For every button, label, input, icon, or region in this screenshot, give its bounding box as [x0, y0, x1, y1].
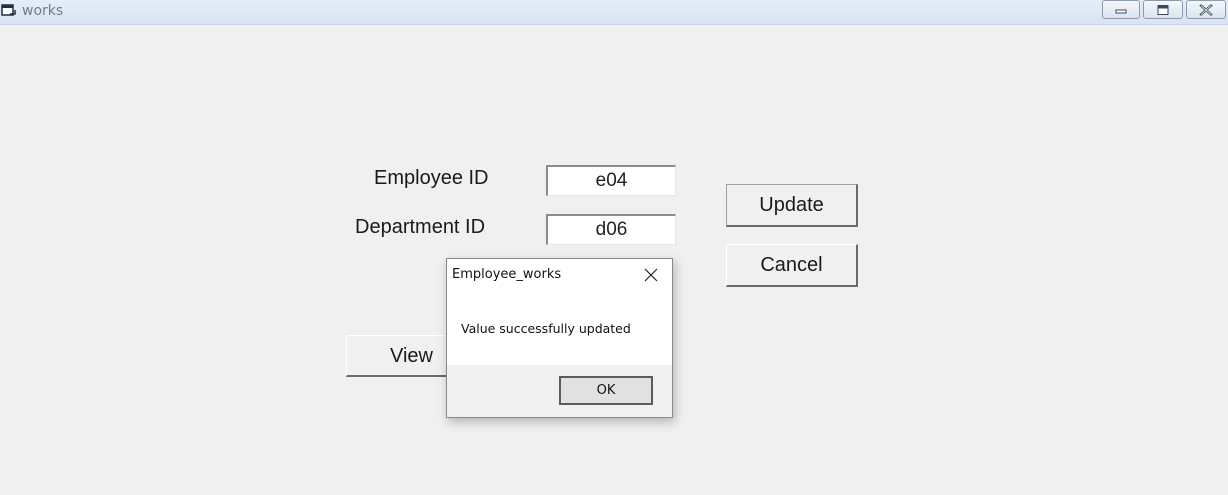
- ok-button[interactable]: OK: [559, 376, 653, 405]
- department-id-label: Department ID: [355, 216, 486, 238]
- dialog-title: Employee_works: [452, 267, 562, 282]
- minimize-button[interactable]: [1102, 0, 1140, 19]
- maximize-button[interactable]: [1143, 0, 1183, 19]
- minimize-icon: [1115, 9, 1127, 13]
- employee-id-label: Employee ID: [374, 167, 489, 189]
- close-icon: [644, 268, 658, 282]
- dialog-close-button[interactable]: [643, 267, 659, 283]
- dialog-footer: OK: [447, 365, 672, 417]
- app-window: works Employee ID e04 Department ID d06 …: [0, 0, 1228, 495]
- title-bar[interactable]: works: [0, 0, 1228, 25]
- close-icon: [1199, 4, 1213, 15]
- employee-id-field[interactable]: e04: [546, 165, 676, 196]
- department-id-field[interactable]: d06: [546, 214, 676, 245]
- maximize-icon: [1157, 4, 1169, 15]
- update-button[interactable]: Update: [726, 184, 858, 227]
- app-window-icon[interactable]: [1, 3, 17, 19]
- window-title: works: [22, 3, 64, 19]
- close-button[interactable]: [1186, 0, 1226, 19]
- cancel-button[interactable]: Cancel: [726, 244, 858, 287]
- message-dialog: Employee_works Value successfully update…: [446, 258, 673, 418]
- dialog-message: Value successfully updated: [461, 321, 631, 336]
